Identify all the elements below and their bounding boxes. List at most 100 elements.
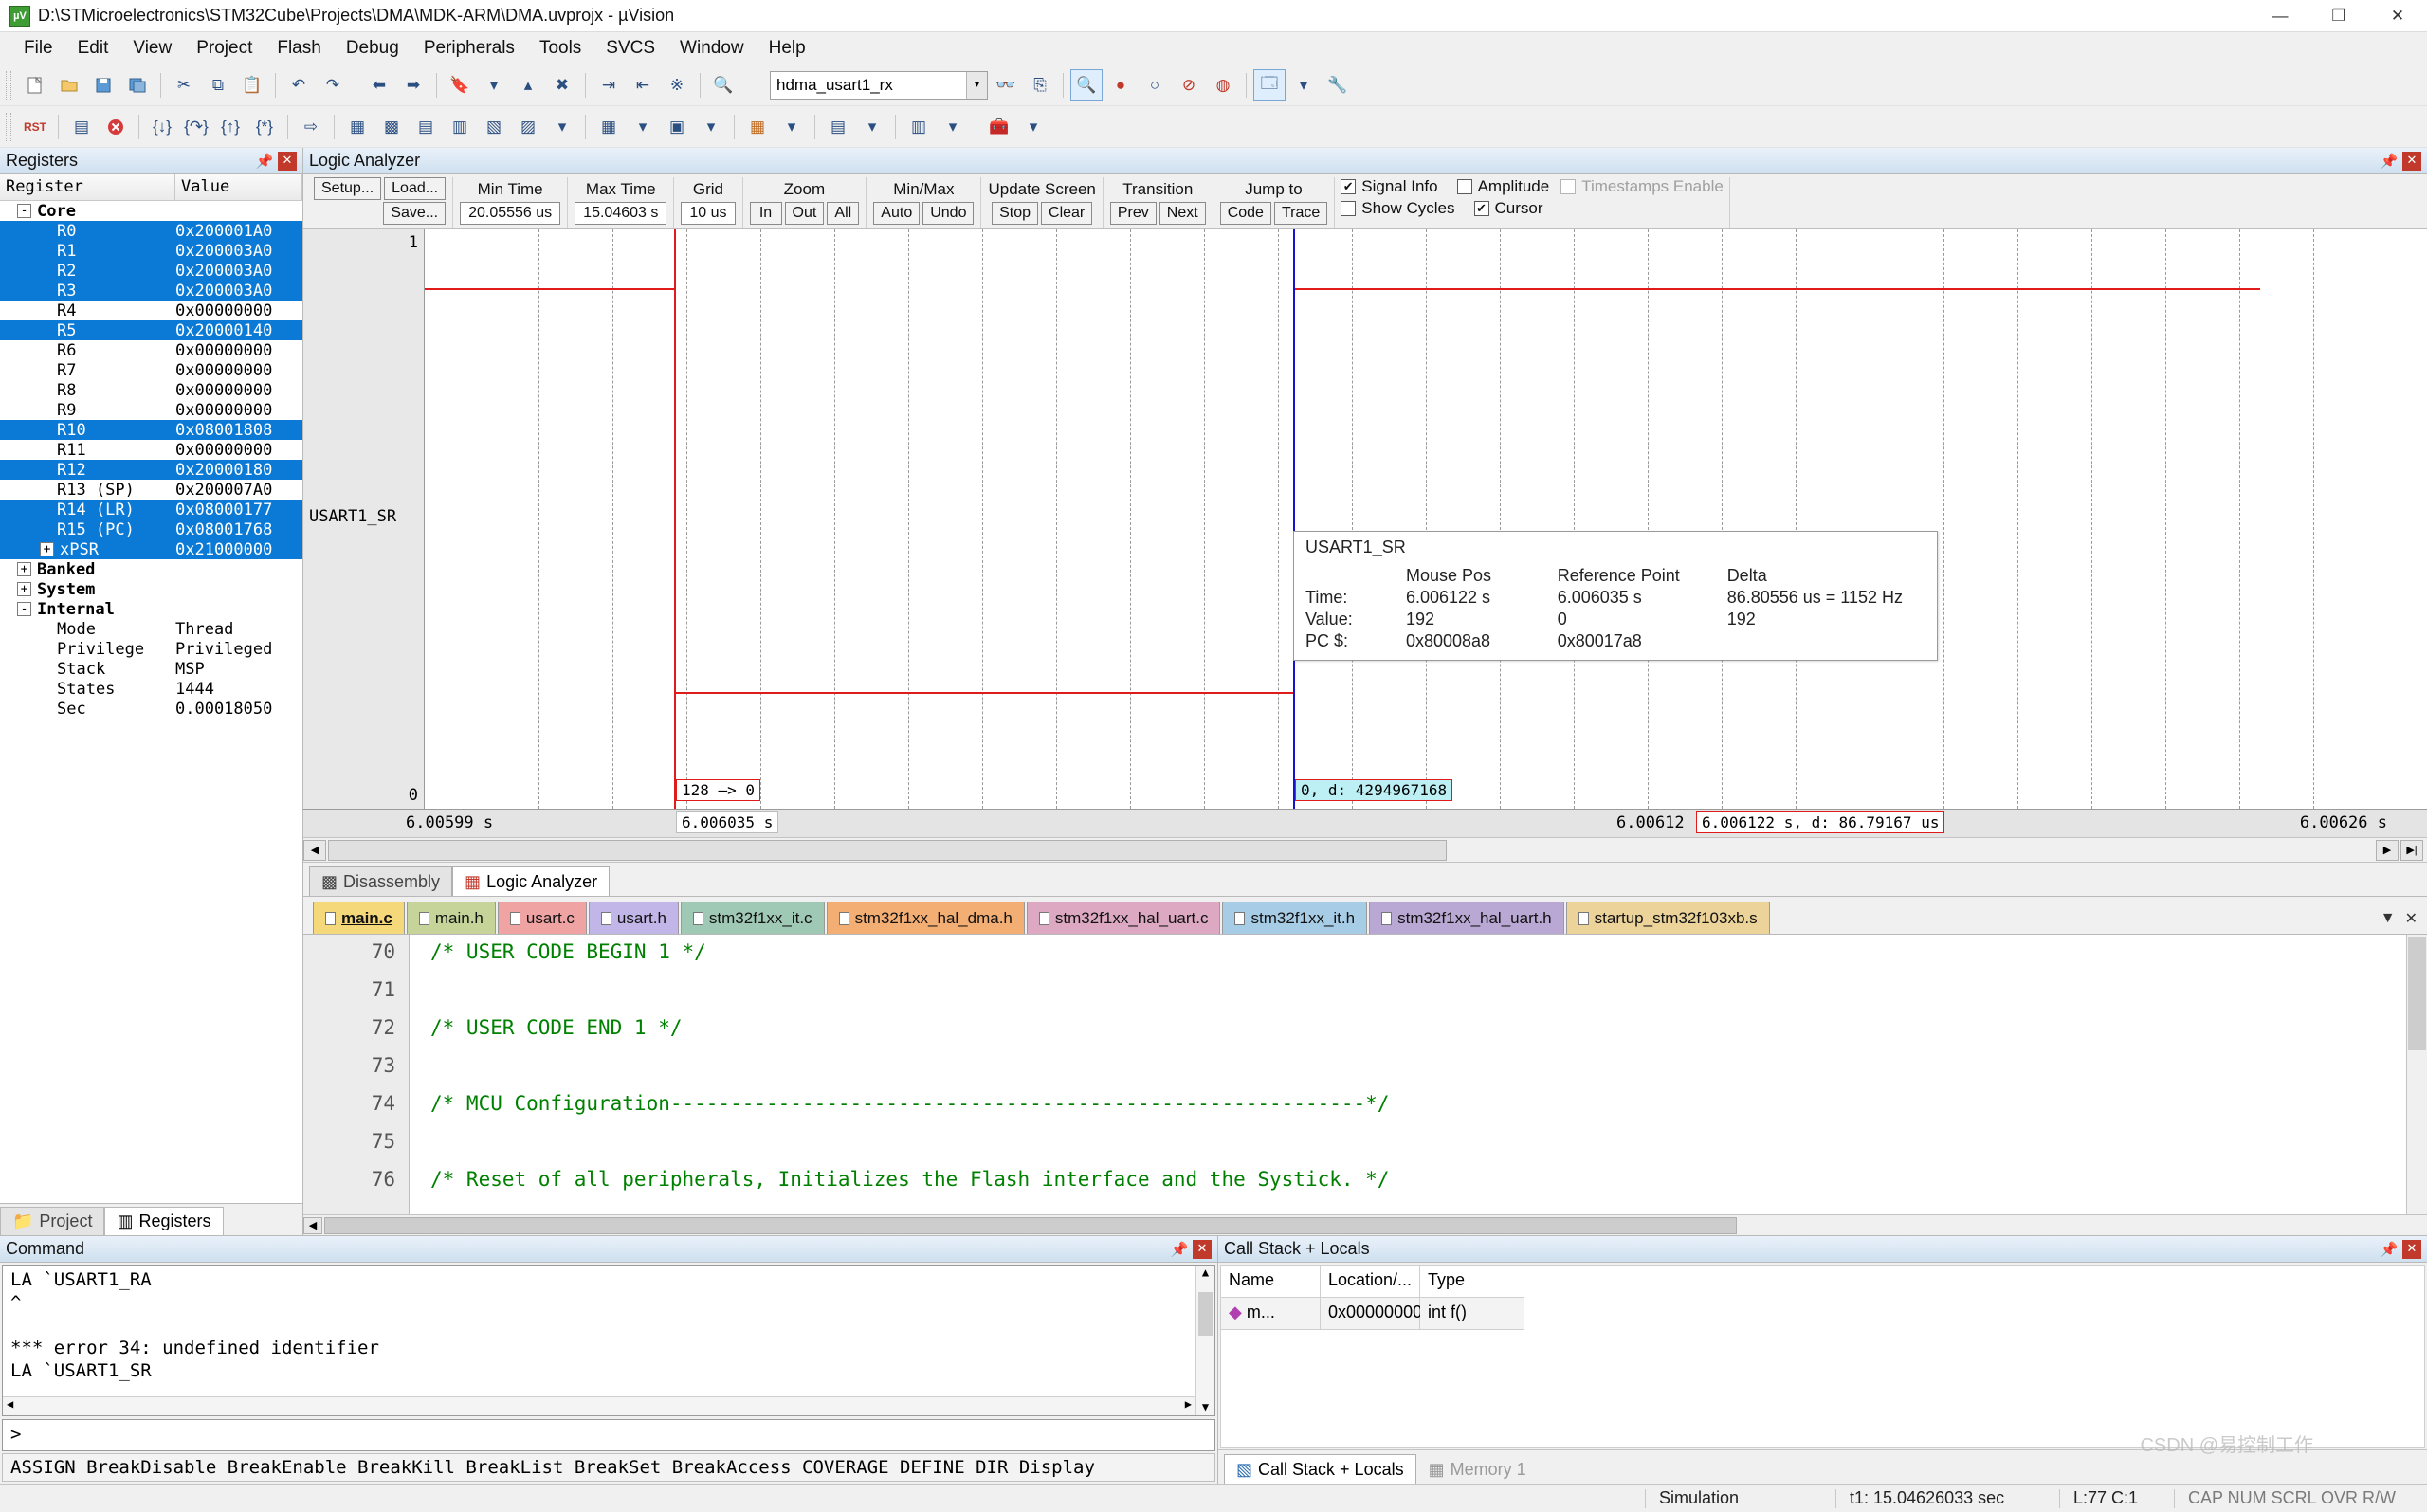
bookmark-next-icon[interactable]: ▾ [478,69,510,101]
breakpoint-disable-icon[interactable]: ○ [1139,69,1171,101]
update-clear-button[interactable]: Clear [1041,202,1092,225]
undo-icon[interactable]: ↶ [283,69,315,101]
toolbar-grip[interactable] [6,113,11,141]
memory-icon[interactable]: ▦ [593,111,625,143]
indent-icon[interactable]: ⇥ [593,69,625,101]
zoom-out-button[interactable]: Out [785,202,825,225]
close-icon[interactable]: ✕ [2402,152,2421,171]
register-row-internal[interactable]: -Internal [0,599,302,619]
registers-tree[interactable]: Register Value -CoreR00x200001A0R10x2000… [0,174,302,1203]
editor-vscroll-thumb[interactable] [2408,937,2426,1050]
bookmark-clear-icon[interactable]: ✖ [546,69,578,101]
checkbox-amplitude[interactable]: Amplitude [1457,177,1550,196]
register-row-stack[interactable]: StackMSP [0,659,302,679]
scroll-right-arrow[interactable]: ▶ [1185,1397,1192,1411]
breakpoint-icon[interactable]: ● [1104,69,1137,101]
minimize-button[interactable]: — [2251,0,2309,32]
bookmark-prev-icon[interactable]: ▴ [512,69,544,101]
logic-analyzer-hscrollbar[interactable]: ◀ ▶ ▶| [303,837,2427,862]
tab-logic-analyzer[interactable]: ▦ Logic Analyzer [452,866,610,896]
insert-icon[interactable]: ⎘ [1024,69,1056,101]
pin-icon[interactable]: 📌 [2380,1241,2399,1258]
reset-cpu-icon[interactable]: RST [19,111,51,143]
chevron-down-icon[interactable]: ▾ [937,111,969,143]
scroll-down-arrow[interactable]: ▼ [1196,1400,1214,1413]
stop-icon[interactable] [100,111,132,143]
nav-back-icon[interactable]: ⬅ [363,69,395,101]
menu-view[interactable]: View [120,33,184,64]
chevron-down-icon[interactable]: ▾ [1017,111,1049,143]
editor-tab-stm32f1xx-it-c[interactable]: stm32f1xx_it.c [681,902,825,934]
comment-icon[interactable]: ※ [661,69,693,101]
register-row-r6[interactable]: R60x00000000 [0,340,302,360]
transition-next-button[interactable]: Next [1159,202,1206,225]
min-time-value[interactable]: 20.05556 us [460,202,560,225]
chevron-down-icon[interactable]: ▼ [2381,910,2396,927]
target-options-icon[interactable]: 🗔 [1253,69,1286,101]
outdent-icon[interactable]: ⇤ [627,69,659,101]
pin-icon[interactable]: 📌 [2380,153,2399,170]
chevron-down-icon[interactable]: ▾ [546,111,578,143]
trace-icon[interactable]: ▤ [822,111,854,143]
register-row-r1[interactable]: R10x200003A0 [0,241,302,261]
register-row-r8[interactable]: R80x00000000 [0,380,302,400]
menu-edit[interactable]: Edit [65,33,121,64]
editor-hscroll-thumb[interactable] [324,1217,1737,1234]
menu-flash[interactable]: Flash [265,33,333,64]
checkbox-signal-info[interactable]: ✔ Signal Info [1341,177,1437,196]
jump-code-button[interactable]: Code [1220,202,1271,225]
run-icon[interactable]: ▤ [65,111,98,143]
register-row-r15-pc[interactable]: R15 (PC)0x08001768 [0,519,302,539]
register-row-system[interactable]: +System [0,579,302,599]
minmax-undo-button[interactable]: Undo [922,202,974,225]
call-stack-table[interactable]: Name Location/... Type ◆ m... 0x00000000… [1220,1265,2425,1448]
chevron-down-icon[interactable]: ▾ [695,111,727,143]
register-row-r2[interactable]: R20x200003A0 [0,261,302,281]
jump-trace-button[interactable]: Trace [1274,202,1327,225]
code-line[interactable]: /* USER CODE BEGIN 1 */ [430,940,2427,978]
step-over-icon[interactable]: {↷} [180,111,212,143]
zoom-in-button[interactable]: In [750,202,782,225]
editor-tab-stm32f1xx-hal-uart-h[interactable]: stm32f1xx_hal_uart.h [1369,902,1564,934]
scroll-end-arrow[interactable]: ▶| [2400,840,2423,861]
editor-tab-usart-h[interactable]: usart.h [589,902,679,934]
scroll-left-arrow[interactable]: ◀ [303,1217,322,1234]
pin-icon[interactable]: 📌 [255,153,274,170]
chevron-down-icon[interactable]: ▾ [776,111,808,143]
expand-toggle-icon[interactable]: + [40,542,54,556]
register-row-sec[interactable]: Sec0.00018050 [0,699,302,719]
update-stop-button[interactable]: Stop [992,202,1038,225]
menu-window[interactable]: Window [667,33,757,64]
search-toolbar-icon[interactable]: 🔍 [707,69,739,101]
symbol-combo[interactable]: hdma_usart1_rx ▾ [770,71,988,100]
scroll-thumb[interactable] [328,840,1447,861]
editor-hscrollbar[interactable]: ◀ [303,1214,2427,1235]
debug-session-icon[interactable]: 🔍 [1070,69,1103,101]
register-row-r9[interactable]: R90x00000000 [0,400,302,420]
serial-window-icon[interactable]: ▣ [661,111,693,143]
show-next-statement-icon[interactable]: ⇨ [295,111,327,143]
chevron-down-icon[interactable]: ▾ [966,72,987,99]
minmax-auto-button[interactable]: Auto [873,202,920,225]
save-button[interactable]: Save... [383,202,446,225]
register-row-r0[interactable]: R00x200001A0 [0,221,302,241]
editor-tab-stm32f1xx-hal-uart-c[interactable]: stm32f1xx_hal_uart.c [1027,902,1221,934]
register-row-mode[interactable]: ModeThread [0,619,302,639]
code-line[interactable]: /* MCU Configuration--------------------… [430,1092,2427,1130]
watch-icon[interactable]: ▨ [512,111,544,143]
call-stack-icon[interactable]: ▧ [478,111,510,143]
step-out-icon[interactable]: {↑} [214,111,246,143]
close-icon[interactable]: ✕ [1193,1240,1212,1259]
bookmark-icon[interactable]: 🔖 [444,69,476,101]
scroll-right-arrow[interactable]: ▶ [2376,840,2399,861]
load-button[interactable]: Load... [384,177,446,200]
save-icon[interactable] [87,69,119,101]
grid-value[interactable]: 10 us [681,202,735,225]
menu-help[interactable]: Help [757,33,818,64]
menu-peripherals[interactable]: Peripherals [411,33,527,64]
chevron-down-icon[interactable]: ▾ [856,111,888,143]
checkbox-cursor[interactable]: ✔ Cursor [1474,199,1543,218]
waveform-plot[interactable]: USART1_SR Mouse Pos Reference Point Delt… [425,229,2427,809]
paste-icon[interactable]: 📋 [236,69,268,101]
analysis-windows-icon[interactable]: ▦ [741,111,774,143]
